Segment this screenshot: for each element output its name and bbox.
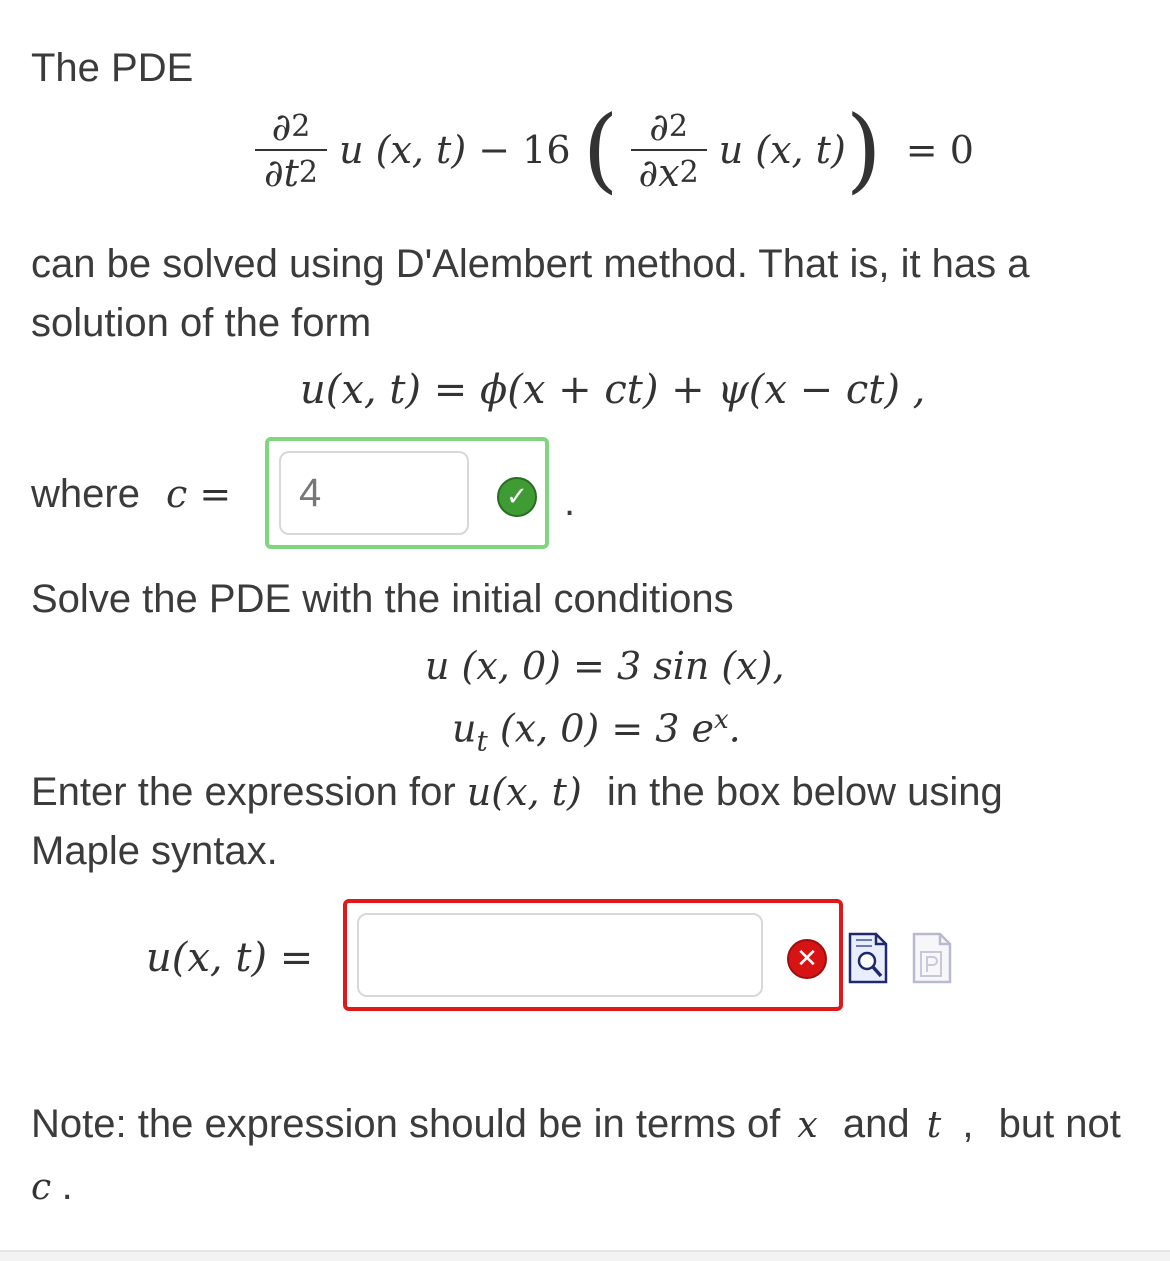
- dalembert-text-line1: can be solved using D'Alembert method. T…: [31, 242, 1030, 286]
- checkmark-icon: ✓: [497, 477, 537, 517]
- note-line2: c .: [31, 1164, 73, 1208]
- maple-syntax-icon[interactable]: [912, 932, 952, 984]
- initial-conditions-heading: Solve the PDE with the initial condition…: [31, 577, 734, 621]
- d2-dx2-fraction: ∂2 ∂x2: [630, 105, 707, 195]
- u-answer-label: u(x, t) =: [146, 935, 314, 981]
- enter-instruction-line2: Maple syntax.: [31, 829, 278, 873]
- pde-equation: ∂2 ∂t2 u (x, t) − 16 ( ∂2 ∂x2 u (x, t)) …: [255, 104, 974, 196]
- pde-rhs: = 0: [905, 128, 974, 172]
- where-label: where: [31, 472, 140, 516]
- d2-dt2-fraction: ∂2 ∂t2: [255, 105, 327, 195]
- solution-form: u(x, t) = ϕ(x + ct) + ψ(x − ct) ,: [300, 367, 926, 413]
- error-x-icon: ✕: [787, 939, 827, 979]
- u-answer-box: ✕: [343, 899, 843, 1011]
- note-line1: Note: the expression should be in terms …: [31, 1102, 1121, 1146]
- pde-coefficient: − 16: [478, 128, 571, 172]
- enter-instruction-line1: Enter the expression for u(x, t) in the …: [31, 770, 1003, 814]
- preview-icon[interactable]: [848, 932, 888, 984]
- c-input[interactable]: [279, 451, 469, 535]
- intro-heading: The PDE: [31, 46, 194, 90]
- initial-condition-2: ut (x, 0) = 3 ex.: [452, 705, 741, 758]
- footer-divider: [0, 1250, 1170, 1261]
- dalembert-text-line2: solution of the form: [31, 301, 372, 345]
- pde-u-term: u (x, t): [339, 128, 467, 172]
- c-answer-box: ✓: [265, 437, 549, 549]
- c-trailing-period: .: [564, 480, 576, 524]
- initial-condition-1: u (x, 0) = 3 sin (x),: [425, 644, 785, 688]
- c-symbol: c =: [166, 472, 232, 516]
- u-input[interactable]: [357, 913, 763, 997]
- pde-u-term-2: u (x, t): [718, 128, 846, 172]
